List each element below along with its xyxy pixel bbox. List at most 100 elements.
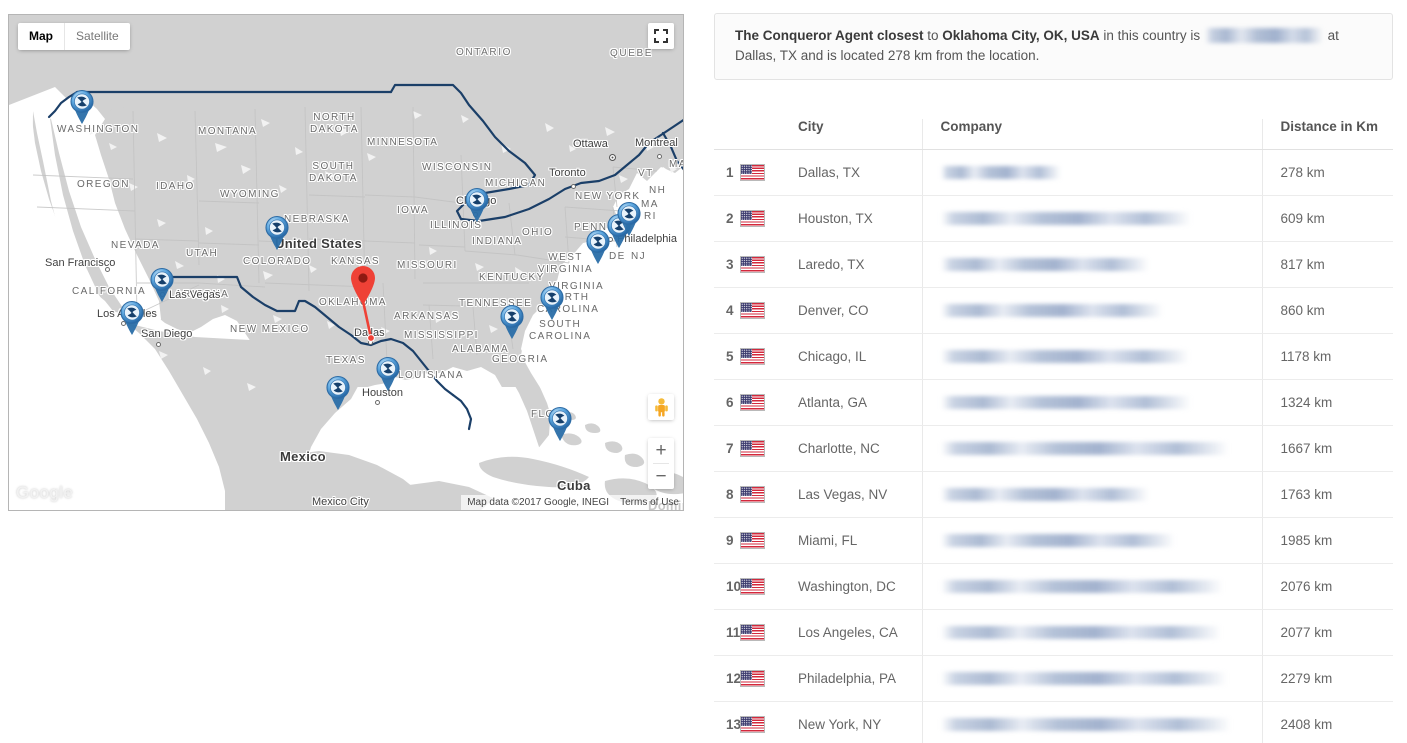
row-city: Denver, CO	[798, 287, 922, 334]
us-flag-icon	[740, 670, 765, 687]
agent-marker-4[interactable]	[117, 298, 147, 336]
us-flag-icon	[740, 624, 765, 641]
row-distance: 1178 km	[1261, 333, 1393, 380]
row-city: Laredo, TX	[798, 241, 922, 288]
results-panel: The Conqueror Agent closest to Oklahoma …	[714, 13, 1393, 743]
header-company[interactable]: Company	[921, 119, 1262, 150]
table-row[interactable]: 8 Las Vegas, NV 1763 km	[714, 471, 1393, 518]
zoom-out-button[interactable]: −	[648, 464, 674, 489]
row-company-redacted	[921, 333, 1262, 380]
row-distance: 2076 km	[1261, 563, 1393, 610]
us-flag-icon	[740, 716, 765, 733]
google-logo: Google	[16, 483, 74, 502]
table-row[interactable]: 4 Denver, CO 860 km	[714, 287, 1393, 334]
us-flag-icon	[740, 578, 765, 595]
map-geometry	[9, 15, 683, 510]
page-root: ONTARIO QUEBE WASHINGTON MONTANA OREGON IDAHO…	[0, 0, 1407, 743]
row-flag-cell	[740, 563, 798, 610]
row-distance: 1985 km	[1261, 517, 1393, 564]
terms-of-use-link[interactable]: Terms of Use	[620, 497, 679, 508]
table-row[interactable]: 10 Washington, DC 2076 km	[714, 563, 1393, 610]
table-header-row: City Company Distance in Km	[714, 119, 1393, 150]
row-index: 10	[714, 563, 741, 610]
agent-marker-3[interactable]	[147, 265, 177, 303]
us-flag-icon	[740, 394, 765, 411]
header-distance[interactable]: Distance in Km	[1261, 119, 1393, 150]
row-distance: 1324 km	[1261, 379, 1393, 426]
row-distance: 1763 km	[1261, 471, 1393, 518]
agent-marker-1[interactable]	[67, 87, 97, 125]
table-row[interactable]: 3 Laredo, TX 817 km	[714, 241, 1393, 288]
zoom-controls[interactable]: + −	[648, 438, 674, 489]
banner-lead: The Conqueror Agent closest	[735, 28, 924, 43]
agent-marker-7[interactable]	[545, 404, 575, 442]
zoom-in-button[interactable]: +	[648, 438, 674, 463]
table-row[interactable]: 12 Philadelphia, PA 2279 km	[714, 655, 1393, 702]
agent-marker-13[interactable]	[614, 199, 644, 237]
row-flag-cell	[740, 425, 798, 472]
destination-pin[interactable]	[349, 265, 377, 342]
row-index: 11	[714, 609, 740, 656]
map-container[interactable]: ONTARIO QUEBE WASHINGTON MONTANA OREGON IDAHO…	[8, 14, 684, 511]
pegman-icon[interactable]	[648, 394, 674, 420]
row-index: 8	[714, 471, 740, 518]
row-city: Washington, DC	[798, 563, 922, 610]
agent-marker-9[interactable]	[497, 302, 527, 340]
header-city[interactable]: City	[798, 119, 922, 150]
table-row[interactable]: 1 Dallas, TX 278 km	[714, 149, 1393, 196]
row-index: 7	[714, 425, 740, 472]
row-distance: 2077 km	[1261, 609, 1393, 656]
row-index: 2	[714, 195, 740, 242]
us-flag-icon	[740, 164, 765, 181]
us-flag-icon	[740, 256, 765, 273]
map-type-map[interactable]: Map	[18, 23, 64, 50]
banner-mid2: in this country is	[1099, 28, 1204, 43]
row-city: Houston, TX	[798, 195, 922, 242]
agent-marker-8[interactable]	[462, 185, 492, 223]
table-row[interactable]: 13 New York, NY 2408 km	[714, 701, 1393, 743]
row-city: Los Angeles, CA	[798, 609, 922, 656]
row-flag-cell	[740, 655, 798, 702]
agent-marker-10[interactable]	[537, 283, 567, 321]
row-company-redacted	[921, 241, 1262, 288]
map-city-dot-5	[105, 267, 110, 272]
row-index: 1	[714, 149, 740, 196]
table-row[interactable]: 9 Miami, FL 1985 km	[714, 517, 1393, 564]
row-company-redacted	[921, 195, 1262, 242]
row-city: Las Vegas, NV	[798, 471, 922, 518]
row-company-redacted	[921, 517, 1262, 564]
map-data-credit: Map data ©2017 Google, INEGI	[467, 497, 610, 508]
row-index: 12	[714, 655, 741, 702]
agent-marker-2[interactable]	[262, 213, 292, 251]
map-type-satellite[interactable]: Satellite	[64, 23, 130, 50]
map-city-dot-1	[657, 154, 662, 159]
row-distance: 817 km	[1261, 241, 1393, 288]
table-row[interactable]: 11 Los Angeles, CA 2077 km	[714, 609, 1393, 656]
closest-agent-banner: The Conqueror Agent closest to Oklahoma …	[714, 13, 1393, 80]
table-row[interactable]: 2 Houston, TX 609 km	[714, 195, 1393, 242]
row-company-redacted	[921, 149, 1262, 196]
fullscreen-icon[interactable]	[648, 23, 674, 49]
row-flag-cell	[740, 195, 798, 242]
row-index: 4	[714, 287, 740, 334]
row-city: Dallas, TX	[798, 149, 922, 196]
header-flag	[740, 119, 798, 150]
banner-company-redacted	[1204, 28, 1323, 43]
agent-marker-5[interactable]	[373, 354, 403, 392]
table-row[interactable]: 6 Atlanta, GA 1324 km	[714, 379, 1393, 426]
us-flag-icon	[740, 210, 765, 227]
row-flag-cell	[740, 609, 798, 656]
banner-mid1: to	[923, 28, 943, 43]
pegman-glyph	[654, 397, 668, 417]
table-row[interactable]: 5 Chicago, IL 1178 km	[714, 333, 1393, 380]
map-type-toggle[interactable]: Map Satellite	[18, 23, 130, 50]
row-flag-cell	[740, 333, 798, 380]
map-city-dot-2	[571, 184, 576, 189]
row-flag-cell	[740, 379, 798, 426]
row-city: Philadelphia, PA	[798, 655, 922, 702]
table-row[interactable]: 7 Charlotte, NC 1667 km	[714, 425, 1393, 472]
agent-marker-6[interactable]	[323, 373, 353, 411]
map-canvas[interactable]: ONTARIO QUEBE WASHINGTON MONTANA OREGON IDAHO…	[9, 15, 683, 510]
row-city: Charlotte, NC	[798, 425, 922, 472]
row-index: 5	[714, 333, 740, 380]
